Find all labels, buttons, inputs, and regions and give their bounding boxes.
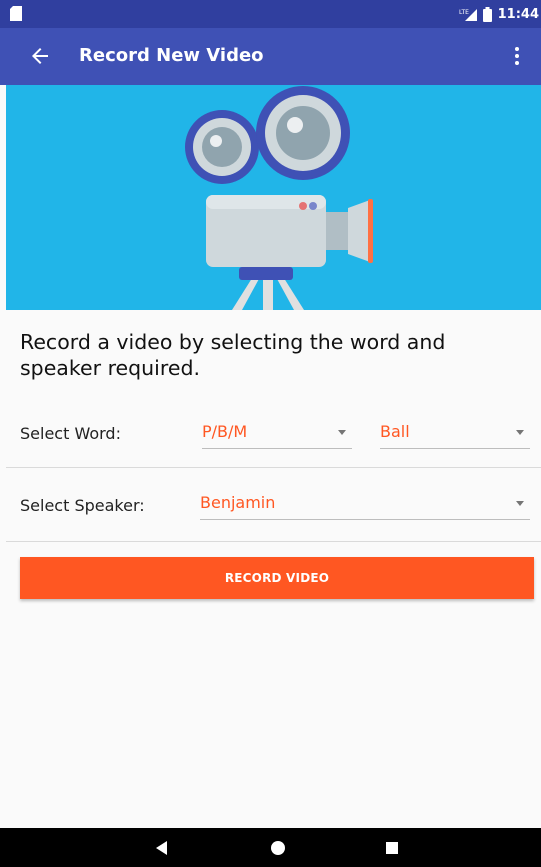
word-spinner[interactable]: Ball (380, 418, 530, 449)
signal-icon: LTE (459, 9, 477, 21)
dropdown-arrow-icon (516, 501, 524, 506)
divider (6, 467, 541, 468)
movie-camera-illustration (185, 86, 373, 310)
status-bar: LTE 11:44 (0, 0, 541, 28)
divider (6, 541, 541, 542)
word-value: Ball (380, 422, 410, 441)
dropdown-arrow-icon (516, 430, 524, 435)
dropdown-arrow-icon (338, 430, 346, 435)
speaker-spinner[interactable]: Benjamin (200, 489, 530, 520)
nav-recents-icon[interactable] (382, 838, 402, 858)
select-word-label: Select Word: (20, 424, 121, 443)
arrow-left-icon[interactable] (28, 44, 52, 68)
instruction-text: Record a video by selecting the word and… (20, 330, 446, 380)
nav-home-icon[interactable] (268, 838, 288, 858)
status-time: 11:44 (497, 6, 539, 22)
nav-back-icon[interactable] (152, 838, 172, 858)
select-speaker-label: Select Speaker: (20, 496, 145, 515)
status-icons: LTE 11:44 (459, 5, 539, 23)
hero-banner (6, 85, 541, 310)
word-category-spinner[interactable]: P/B/M (202, 418, 352, 449)
sd-card-icon (10, 6, 22, 21)
speaker-value: Benjamin (200, 493, 276, 512)
battery-icon (482, 6, 492, 22)
app-bar: Record New Video (0, 28, 541, 85)
word-category-value: P/B/M (202, 422, 248, 441)
page-title: Record New Video (79, 45, 264, 66)
record-video-button[interactable]: RECORD VIDEO (20, 557, 534, 599)
overflow-menu-icon[interactable] (505, 44, 529, 68)
system-nav-bar (0, 828, 541, 867)
network-type: LTE (459, 9, 469, 16)
